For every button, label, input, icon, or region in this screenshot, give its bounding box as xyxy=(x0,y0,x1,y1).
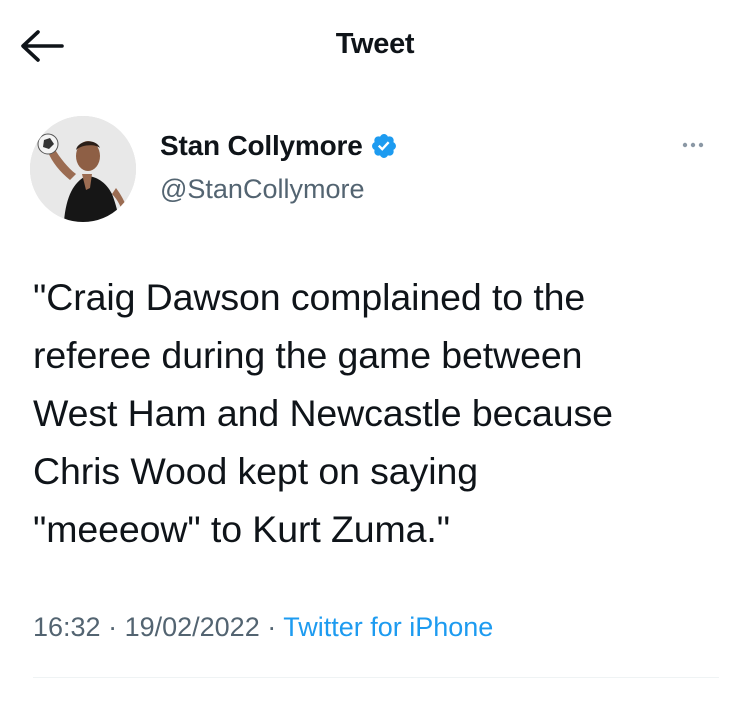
divider xyxy=(33,677,719,678)
tweet-detail-page: Tweet Stan Collymore @StanCollymore "Cra… xyxy=(0,0,750,701)
author-name-link[interactable]: Stan Collymore xyxy=(160,130,398,162)
page-title: Tweet xyxy=(335,28,415,60)
author-row: Stan Collymore @StanCollymore xyxy=(0,110,750,230)
tweet-metadata: 16:32 · 19/02/2022 · Twitter for iPhone xyxy=(33,612,493,643)
top-bar: Tweet xyxy=(0,0,750,90)
display-name: Stan Collymore xyxy=(160,130,363,161)
avatar[interactable] xyxy=(30,116,136,222)
verified-badge-icon xyxy=(371,134,396,158)
profile-avatar xyxy=(30,116,136,222)
tweet-text: "Craig Dawson complained to the referee … xyxy=(33,276,613,550)
tweet-source-link[interactable]: Twitter for iPhone xyxy=(283,612,493,642)
meta-separator-2: · xyxy=(259,612,284,642)
user-handle[interactable]: @StanCollymore xyxy=(160,174,364,205)
tweet-date[interactable]: 19/02/2022 xyxy=(125,612,260,642)
meta-separator: · xyxy=(100,612,125,642)
more-options-icon[interactable] xyxy=(670,134,716,156)
tweet-time[interactable]: 16:32 xyxy=(33,612,101,642)
